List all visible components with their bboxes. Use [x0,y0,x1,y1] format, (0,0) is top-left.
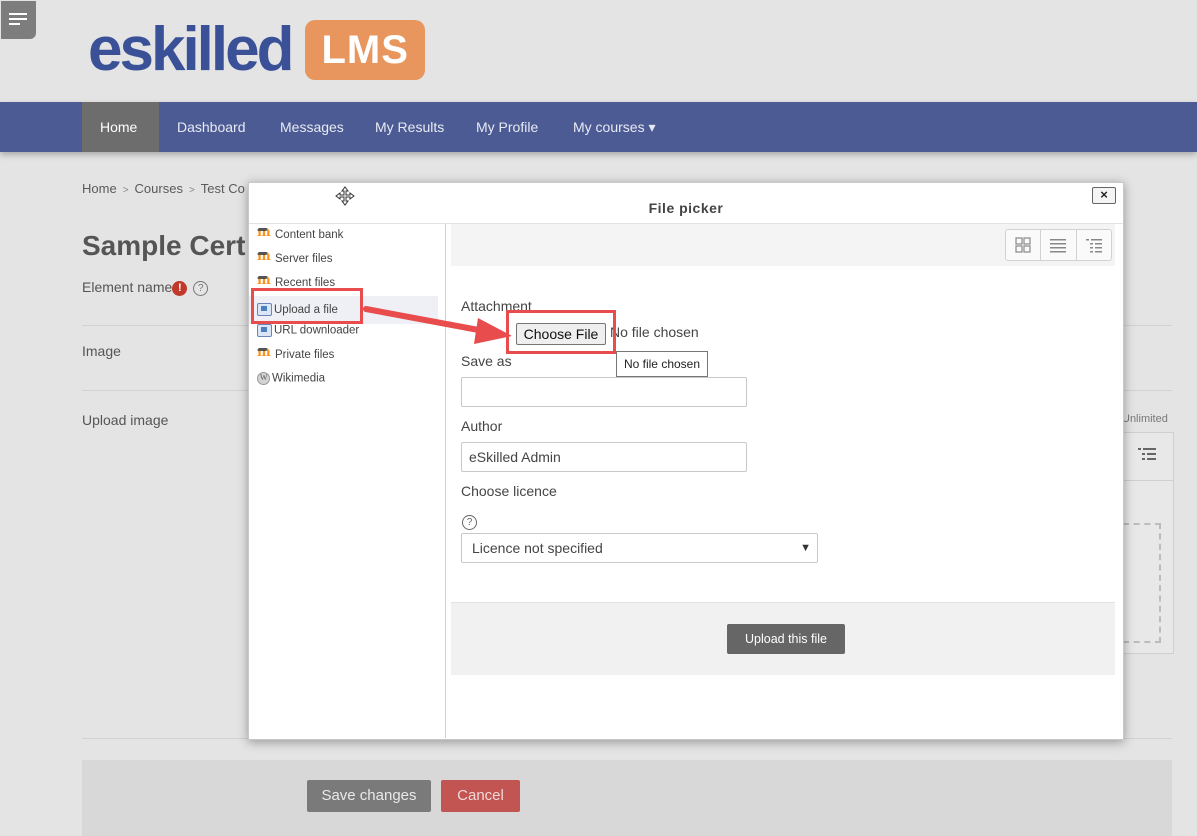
annotation-arrow-icon [363,306,512,344]
